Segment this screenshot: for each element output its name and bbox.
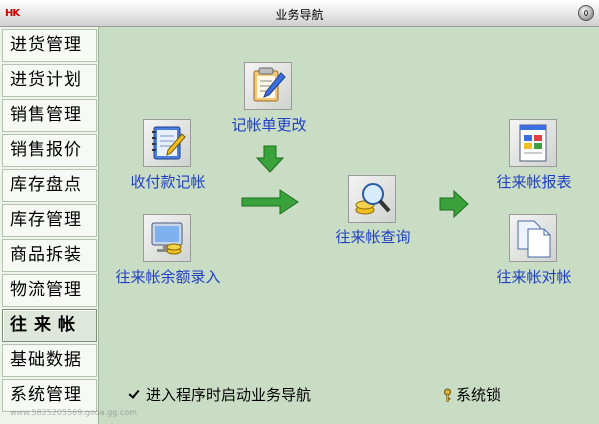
system-lock-button[interactable]: 系统锁 [442,384,501,405]
sidebar-item-stocktake[interactable]: 库存盘点 [2,169,97,202]
monitor-coins-icon[interactable] [143,214,191,262]
title-bar: HK 业务导航 [0,0,599,27]
notebook-pencil-icon[interactable] [143,119,191,167]
report-document-icon[interactable] [509,119,557,167]
magnifier-coins-icon[interactable] [348,175,396,223]
right-arrow-small-icon [439,190,469,218]
system-lock-label: 系统锁 [456,386,502,404]
right-arrow-icon [241,189,299,215]
sidebar-item-purchase-mgmt[interactable]: 进货管理 [2,29,97,62]
sidebar-item-logistics-mgmt[interactable]: 物流管理 [2,274,97,307]
account-report-label[interactable]: 往来帐报表 [496,171,571,192]
voucher-edit-label[interactable]: 记帐单更改 [231,114,306,135]
close-button[interactable] [578,5,594,21]
window-title: 业务导航 [275,8,324,22]
copy-documents-icon[interactable] [509,214,557,262]
sidebar-item-base-data[interactable]: 基础数据 [2,344,97,377]
sidebar-item-purchase-plan[interactable]: 进货计划 [2,64,97,97]
sidebar-item-accounts[interactable]: 往来帐 [2,309,97,342]
account-reconcile-label[interactable]: 往来帐对帐 [496,266,571,287]
sidebar-item-sales-mgmt[interactable]: 销售管理 [2,99,97,132]
account-query-label[interactable]: 往来帐查询 [335,226,410,247]
checkmark-icon[interactable] [127,388,140,401]
lock-key-icon [444,388,451,402]
clipboard-pencil-icon[interactable] [244,62,292,110]
startup-nav-checkbox[interactable]: 进入程序时启动业务导航 [127,384,311,405]
sidebar-item-inventory-mgmt[interactable]: 库存管理 [2,204,97,237]
receipt-payment-label[interactable]: 收付款记帐 [130,171,205,192]
watermark: www.5825205569.gooa.gg.com [10,408,137,417]
sidebar-nav: 进货管理 进货计划 销售管理 销售报价 库存盘点 库存管理 商品拆装 物流管理 … [0,27,99,424]
flow-panel: 记帐单更改 收付款记帐 往来帐余额录入 往来帐查询 往来帐报表 往来帐对帐 [99,27,599,424]
down-arrow-icon [255,145,285,173]
sidebar-item-sales-quote[interactable]: 销售报价 [2,134,97,167]
sidebar-item-product-assembly[interactable]: 商品拆装 [2,239,97,272]
startup-nav-label: 进入程序时启动业务导航 [146,386,312,404]
initial-balance-label[interactable]: 往来帐余额录入 [115,266,220,287]
